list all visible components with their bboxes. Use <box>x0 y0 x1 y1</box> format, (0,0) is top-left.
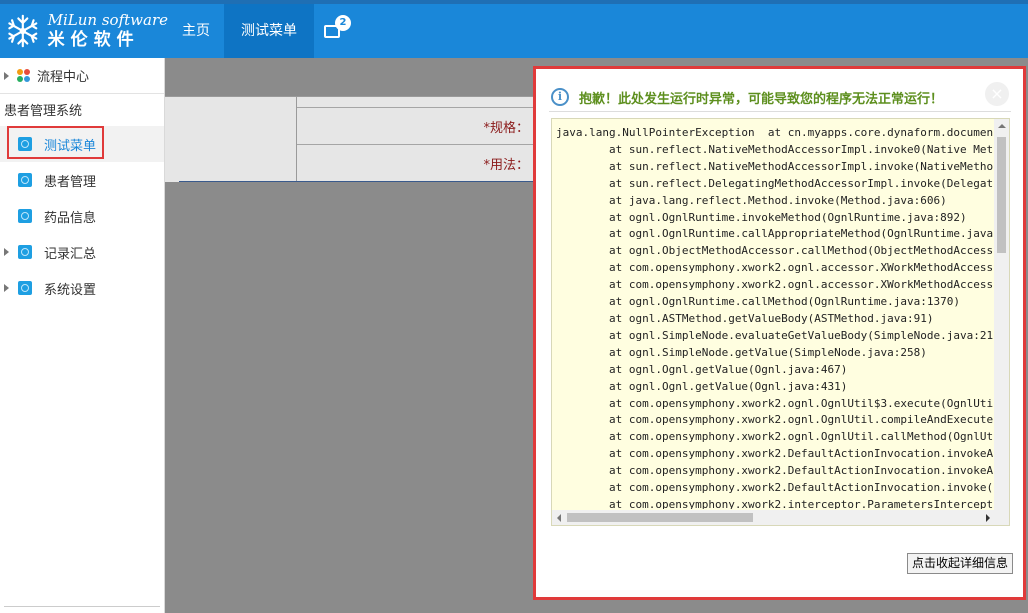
expand-caret-icon <box>4 248 9 256</box>
error-dialog: i 抱歉！此处发生运行时异常，可能导致您的程序无法正常运行！ × java.la… <box>533 66 1026 600</box>
divider <box>297 144 535 145</box>
sidebar-item-records-summary[interactable]: 记录汇总 <box>0 234 164 270</box>
sidebar-item-test-menu[interactable]: 测试菜单 <box>0 126 164 162</box>
sidebar-group-title: 患者管理系统 <box>4 104 83 119</box>
dialog-title: 抱歉！此处发生运行时异常，可能导致您的程序无法正常运行！ <box>579 91 944 107</box>
sidebar-scrollbar[interactable] <box>4 606 160 607</box>
tab-test-menu[interactable]: 测试菜单 <box>224 4 314 58</box>
vertical-scrollbar[interactable] <box>994 119 1009 511</box>
sidebar-item-label: 系统设置 <box>44 282 97 298</box>
expand-caret-icon <box>4 284 9 292</box>
flow-center-icon <box>17 68 31 83</box>
expand-caret-icon <box>4 71 9 80</box>
logo-english-name: MiLun software <box>47 11 168 29</box>
sidebar-item-drug-info[interactable]: 药品信息 <box>0 198 164 234</box>
sidebar-item-flow-center[interactable]: 流程中心 <box>0 58 164 94</box>
sidebar-item-label: 流程中心 <box>37 70 90 85</box>
menu-item-icon <box>18 245 32 259</box>
menu-item-icon <box>18 209 32 223</box>
scrollbar-corner <box>994 510 1009 525</box>
logo-text: MiLun software 米伦软件 <box>48 11 168 51</box>
divider <box>297 107 535 108</box>
divider <box>549 111 1011 112</box>
snowflake-logo-icon <box>8 14 38 48</box>
collapse-details-button[interactable]: 点击收起详细信息 <box>907 553 1013 574</box>
sidebar-item-system-settings[interactable]: 系统设置 <box>0 270 164 306</box>
logo[interactable]: MiLun software 米伦软件 <box>0 4 168 58</box>
menu-item-icon <box>18 137 32 151</box>
scroll-left-icon[interactable] <box>557 514 561 522</box>
info-icon: i <box>551 88 569 106</box>
dialog-header: i 抱歉！此处发生运行时异常，可能导致您的程序无法正常运行！ <box>551 84 1011 110</box>
divider <box>296 96 297 181</box>
menu-item-icon <box>18 281 32 295</box>
close-icon: × <box>990 84 1004 103</box>
logo-chinese-name: 米伦软件 <box>47 30 140 50</box>
divider <box>179 181 535 182</box>
scroll-thumb[interactable] <box>997 137 1006 253</box>
spec-label: *规格： <box>483 121 529 136</box>
top-nav: 主页 测试菜单 2 <box>168 4 358 58</box>
stack-trace-box[interactable]: java.lang.NullPointerException at cn.mya… <box>551 118 1010 526</box>
divider <box>165 96 535 97</box>
message-count-badge: 2 <box>335 15 351 31</box>
form-panel: *规格： *用法： <box>165 96 535 182</box>
usage-label: *用法： <box>483 158 529 173</box>
scroll-up-icon[interactable] <box>998 124 1006 128</box>
tab-home[interactable]: 主页 <box>168 4 224 58</box>
messages-button[interactable]: 2 <box>314 4 358 58</box>
top-header: MiLun software 米伦软件 主页 测试菜单 2 <box>0 0 1028 58</box>
sidebar-item-label: 记录汇总 <box>44 246 97 262</box>
sidebar-item-patient-management[interactable]: 患者管理 <box>0 162 164 198</box>
sidebar-item-label: 药品信息 <box>44 210 97 226</box>
horizontal-scrollbar[interactable] <box>552 510 995 525</box>
close-button[interactable]: × <box>985 82 1009 106</box>
menu-item-icon <box>18 173 32 187</box>
scroll-thumb[interactable] <box>567 513 753 522</box>
stack-trace-text: java.lang.NullPointerException at cn.mya… <box>556 126 993 509</box>
sidebar-item-label: 测试菜单 <box>44 138 97 154</box>
scroll-right-icon[interactable] <box>986 514 990 522</box>
sidebar-item-label: 患者管理 <box>44 174 97 190</box>
sidebar: 流程中心 患者管理系统 测试菜单 患者管理 药品信息 记录汇总 系统设置 <box>0 58 165 613</box>
